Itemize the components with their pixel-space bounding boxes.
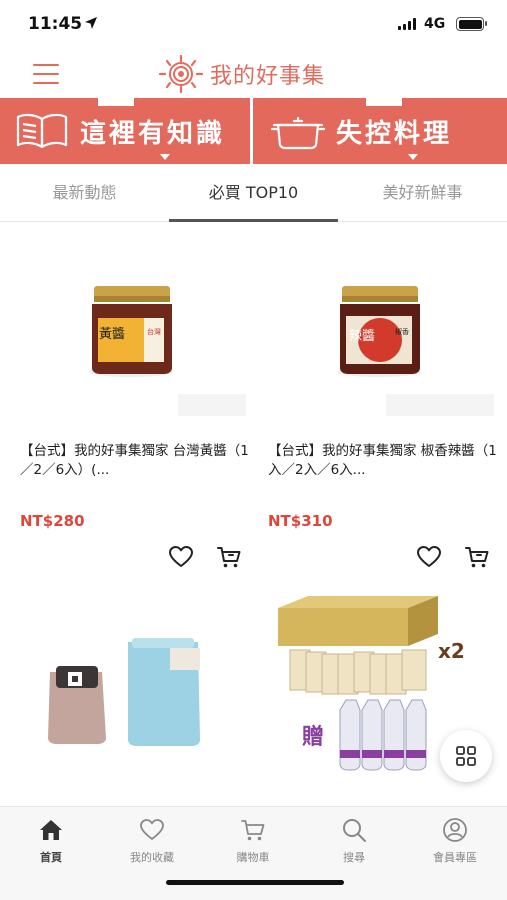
nav-member-label: 會員專區 xyxy=(433,851,477,864)
heart-icon[interactable] xyxy=(168,544,194,570)
product-image-spicy-sauce: 辣醬 椒香 xyxy=(337,286,494,416)
chevron-down-icon xyxy=(408,154,418,160)
banner-knowledge-button[interactable]: 這裡有知識 xyxy=(0,98,253,164)
tab-fresh-picks[interactable]: 美好新鮮事 xyxy=(338,164,507,221)
hamburger-menu-icon[interactable] xyxy=(33,64,59,84)
gift-text: 贈 xyxy=(302,724,324,750)
nav-cart-label: 購物車 xyxy=(236,851,270,864)
banner-cooking-label: 失控料理 xyxy=(336,118,453,149)
grid-view-button[interactable] xyxy=(440,730,492,782)
category-banner: 這裡有知識 失控料理 xyxy=(0,98,507,164)
search-icon xyxy=(343,819,366,842)
nav-favorites[interactable]: 我的收藏 xyxy=(102,817,202,865)
tab-latest-news[interactable]: 最新動態 xyxy=(0,164,169,221)
nav-home[interactable]: 首頁 xyxy=(1,817,101,865)
jar-sub-text: 台灣 xyxy=(147,327,161,336)
cart-icon xyxy=(241,820,265,841)
nav-member[interactable]: 會員專區 xyxy=(405,817,505,865)
network-type: 4G xyxy=(424,16,446,32)
jar-label-text: 黃醬 xyxy=(99,326,125,342)
nav-home-label: 首頁 xyxy=(40,851,62,864)
sun-logo-icon xyxy=(158,54,204,94)
heart-icon xyxy=(140,819,164,840)
cart-icon[interactable] xyxy=(216,544,242,570)
logo-text: 我的好事集 xyxy=(210,64,326,89)
battery-icon xyxy=(456,17,487,31)
grid-icon xyxy=(456,746,476,766)
location-arrow-icon xyxy=(85,17,97,29)
jar-label-text: 辣醬 xyxy=(349,328,375,344)
nav-search-label: 搜尋 xyxy=(343,851,365,864)
product-price: NT$280 xyxy=(20,512,85,530)
quantity-text: x2 xyxy=(438,639,465,663)
cooking-pot-icon xyxy=(270,116,326,150)
banner-knowledge-label: 這裡有知識 xyxy=(80,118,226,149)
open-book-icon xyxy=(16,113,68,149)
product-grid: 黃醬 台灣 【台式】我的好事集獨家 台灣黃醬（1／2／6入）(... NT$28… xyxy=(0,222,507,806)
product-image-storage-cans xyxy=(48,638,200,746)
tab-bar: 最新動態 必買 TOP10 美好新鮮事 xyxy=(0,164,507,222)
home-indicator[interactable] xyxy=(166,880,344,885)
heart-icon[interactable] xyxy=(416,544,442,570)
nav-search[interactable]: 搜尋 xyxy=(304,817,404,865)
chevron-down-icon xyxy=(160,154,170,160)
cart-icon[interactable] xyxy=(464,544,490,570)
signal-icon xyxy=(398,18,416,30)
brand-logo[interactable]: 我的好事集 xyxy=(158,54,325,94)
nav-cart[interactable]: 購物車 xyxy=(203,817,303,865)
tab-top10[interactable]: 必買 TOP10 xyxy=(169,164,338,222)
product-image-yellow-sauce: 黃醬 台灣 xyxy=(89,286,246,416)
status-bar: 11:45 4G xyxy=(0,0,507,50)
product-title[interactable]: 【台式】我的好事集獨家 台灣黃醬（1／2／6入）(... xyxy=(20,442,250,480)
banner-cooking-button[interactable]: 失控料理 xyxy=(256,98,507,164)
product-price: NT$310 xyxy=(268,512,333,530)
jar-sub-text: 椒香 xyxy=(395,327,409,336)
user-icon xyxy=(443,818,467,842)
home-icon xyxy=(40,820,62,840)
status-time: 11:45 xyxy=(28,14,83,34)
product-title[interactable]: 【台式】我的好事集獨家 椒香辣醬（1入／2入／6入... xyxy=(268,442,498,480)
bottom-navigation: 首頁 我的收藏 購物車 搜尋 會員專區 xyxy=(0,806,507,900)
nav-favorites-label: 我的收藏 xyxy=(130,851,174,864)
app-header: 我的好事集 xyxy=(0,50,507,98)
